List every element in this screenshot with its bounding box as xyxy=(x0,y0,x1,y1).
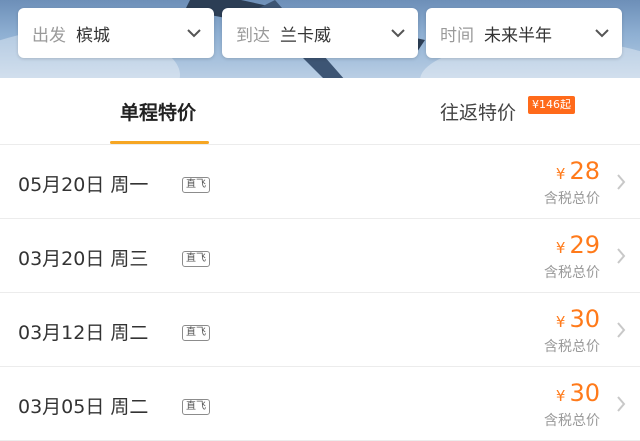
time-label: 时间 xyxy=(440,25,474,46)
flight-price: ¥28 xyxy=(556,157,600,185)
chevron-down-icon xyxy=(595,29,609,38)
active-tab-indicator xyxy=(110,141,209,144)
departure-label: 出发 xyxy=(32,25,66,46)
time-select[interactable]: 时间 未来半年 xyxy=(426,8,622,58)
arrival-value: 兰卡威 xyxy=(280,25,331,46)
currency-symbol: ¥ xyxy=(555,387,566,405)
currency-symbol: ¥ xyxy=(555,313,566,331)
price-value: 29 xyxy=(569,231,600,259)
flight-date: 03月12日 周二 xyxy=(18,322,149,344)
arrival-select[interactable]: 到达 兰卡威 xyxy=(222,8,418,58)
chevron-right-icon xyxy=(617,174,626,190)
flight-row[interactable]: 05月20日 周一 直飞 ¥28 含税总价 xyxy=(0,145,640,219)
price-value: 30 xyxy=(569,379,600,407)
chevron-down-icon xyxy=(391,29,405,38)
currency-symbol: ¥ xyxy=(555,239,566,257)
flight-price: ¥29 xyxy=(556,231,600,259)
hero-banner: 出发 槟城 到达 兰卡威 时间 未来半年 xyxy=(0,0,640,78)
departure-select[interactable]: 出发 槟城 xyxy=(18,8,214,58)
flight-price: ¥30 xyxy=(556,305,600,333)
tab-round-trip[interactable]: 往返特价 xyxy=(440,98,516,125)
chevron-right-icon xyxy=(617,248,626,264)
price-note: 含税总价 xyxy=(544,265,600,281)
tab-one-way[interactable]: 单程特价 xyxy=(120,98,196,125)
price-value: 28 xyxy=(569,157,600,185)
round-trip-price-badge: ¥146起 xyxy=(528,96,575,114)
departure-value: 槟城 xyxy=(76,25,110,46)
price-value: 30 xyxy=(569,305,600,333)
price-note: 含税总价 xyxy=(544,339,600,355)
price-note: 含税总价 xyxy=(544,413,600,429)
flight-row[interactable]: 03月05日 周二 直飞 ¥30 含税总价 xyxy=(0,367,640,441)
direct-flight-tag: 直飞 xyxy=(182,325,210,341)
flight-row[interactable]: 03月20日 周三 直飞 ¥29 含税总价 xyxy=(0,219,640,293)
flight-row[interactable]: 03月12日 周二 直飞 ¥30 含税总价 xyxy=(0,293,640,367)
flight-price: ¥30 xyxy=(556,379,600,407)
arrival-label: 到达 xyxy=(236,25,270,46)
trip-type-tabs: 单程特价 往返特价 ¥146起 xyxy=(0,78,640,145)
direct-flight-tag: 直飞 xyxy=(182,399,210,415)
chevron-down-icon xyxy=(187,29,201,38)
currency-symbol: ¥ xyxy=(555,165,566,183)
flight-date: 05月20日 周一 xyxy=(18,174,149,196)
chevron-right-icon xyxy=(617,396,626,412)
direct-flight-tag: 直飞 xyxy=(182,251,210,267)
flight-date: 03月20日 周三 xyxy=(18,248,149,270)
time-value: 未来半年 xyxy=(484,25,552,46)
direct-flight-tag: 直飞 xyxy=(182,177,210,193)
flight-date: 03月05日 周二 xyxy=(18,396,149,418)
price-note: 含税总价 xyxy=(544,191,600,207)
flight-list: 05月20日 周一 直飞 ¥28 含税总价 03月20日 周三 直飞 ¥29 含… xyxy=(0,145,640,441)
chevron-right-icon xyxy=(617,322,626,338)
